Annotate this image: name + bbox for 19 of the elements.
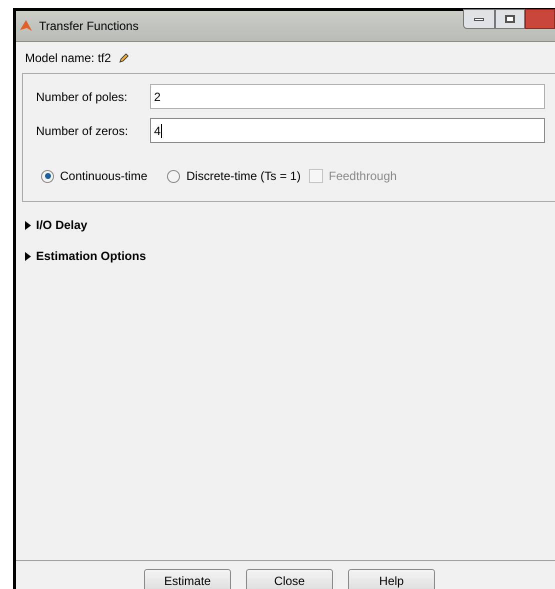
model-name-label: Model name: tf2 — [25, 50, 112, 66]
number-field[interactable]: 2 — [150, 84, 545, 109]
minimize-button[interactable] — [463, 9, 495, 29]
dialog-button[interactable]: Help — [348, 569, 435, 589]
maximize-button[interactable] — [495, 9, 525, 29]
dialog-button[interactable]: Close — [246, 569, 333, 589]
dialog-button[interactable]: Estimate — [144, 569, 231, 589]
collapsible-section[interactable]: Estimation Options — [25, 247, 555, 265]
field-label: Number of zeros: — [36, 122, 130, 140]
number-field[interactable]: 4 — [150, 118, 545, 143]
window-title: Transfer Functions — [39, 18, 139, 35]
radio-option[interactable]: Discrete-time (Ts = 1) — [167, 167, 301, 185]
collapsible-section[interactable]: I/O Delay — [25, 216, 555, 234]
pencil-icon[interactable] — [119, 52, 130, 62]
app-logo-icon — [19, 19, 33, 33]
field-label: Number of poles: — [36, 88, 128, 106]
triangle-icon — [25, 252, 31, 260]
triangle-icon — [25, 220, 31, 230]
radio-option[interactable]: Continuous-time — [41, 167, 148, 185]
